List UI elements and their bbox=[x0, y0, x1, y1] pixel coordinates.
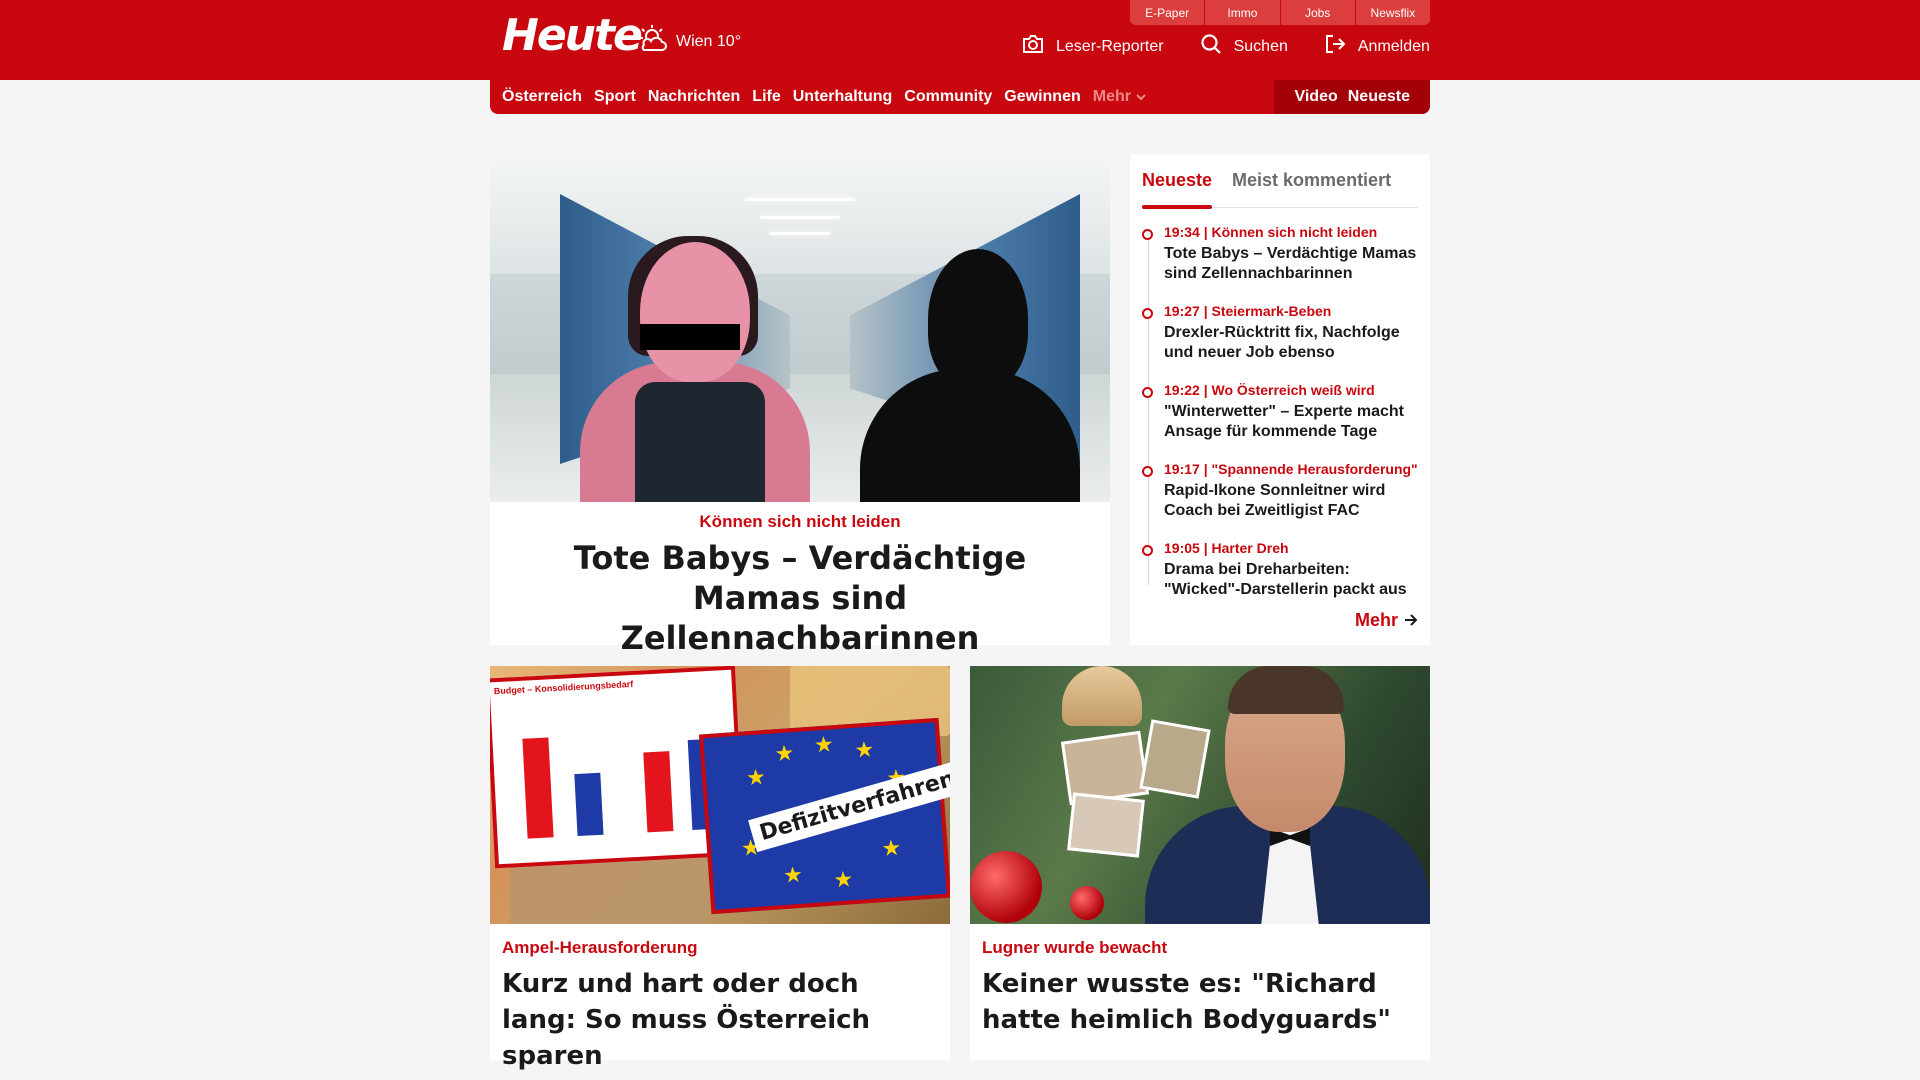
nav-item-community[interactable]: Community bbox=[904, 88, 992, 106]
timeline-line bbox=[1148, 230, 1149, 585]
login-icon bbox=[1324, 34, 1346, 59]
ticker-item[interactable]: 19:05 | Harter Dreh Drama bei Dreharbeit… bbox=[1142, 540, 1418, 619]
site-header: E-Paper Immo Jobs Newsflix Heute Wien 10… bbox=[0, 0, 1920, 80]
camera-icon bbox=[1022, 34, 1044, 59]
star-icon: ★ bbox=[813, 731, 835, 758]
nav-item-gewinnen[interactable]: Gewinnen bbox=[1004, 88, 1080, 106]
ticker-item-title[interactable]: "Winterwetter" – Experte macht Ansage fü… bbox=[1164, 402, 1418, 442]
nav-more-dropdown[interactable]: Mehr bbox=[1093, 88, 1146, 106]
timeline-dot-icon bbox=[1142, 545, 1153, 556]
card-kicker: Ampel-Herausforderung bbox=[502, 938, 698, 957]
timeline-dot-icon bbox=[1142, 387, 1153, 398]
timeline-dot-icon bbox=[1142, 466, 1153, 477]
card-kicker: Lugner wurde bewacht bbox=[982, 938, 1168, 957]
nav-more-label: Mehr bbox=[1092, 88, 1131, 105]
hero-image-lamp bbox=[760, 216, 840, 219]
ticker-item-meta: 19:34 | Können sich nicht leiden bbox=[1164, 224, 1378, 240]
top-links: E-Paper Immo Jobs Newsflix bbox=[1130, 0, 1430, 25]
timeline-dot-icon bbox=[1142, 229, 1153, 240]
nav-item-video[interactable]: Video bbox=[1294, 88, 1337, 106]
ticker-item-title[interactable]: Drama bei Dreharbeiten: "Wicked"-Darstel… bbox=[1164, 560, 1418, 600]
card-headline[interactable]: Keiner wusste es: "Richard hatte heimlic… bbox=[982, 966, 1418, 1038]
ticker-item-title[interactable]: Rapid-Ikone Sonnleitner wird Coach bei Z… bbox=[1164, 481, 1418, 521]
card-image-lugner[interactable] bbox=[970, 666, 1430, 924]
main-nav: Österreich Sport Nachrichten Life Unterh… bbox=[490, 80, 1430, 114]
search-button[interactable]: Suchen bbox=[1200, 33, 1288, 60]
latest-news-sidebar: Neueste Meist kommentiert 19:34 | Können… bbox=[1130, 154, 1430, 645]
nav-categories: Österreich Sport Nachrichten Life Unterh… bbox=[490, 80, 1274, 114]
sidebar-more-link[interactable]: Mehr bbox=[1355, 610, 1418, 631]
hero-image-woman bbox=[580, 236, 810, 502]
arrow-right-icon bbox=[1404, 610, 1418, 631]
article-card[interactable]: Budget – Konsolidierungsbedarf ★ ★ ★ ★ ★… bbox=[490, 666, 950, 1071]
star-icon: ★ bbox=[853, 736, 876, 763]
login-button[interactable]: Anmelden bbox=[1324, 33, 1430, 60]
ticker-item[interactable]: 19:34 | Können sich nicht leiden Tote Ba… bbox=[1142, 224, 1418, 303]
nav-item-sport[interactable]: Sport bbox=[594, 88, 636, 106]
sidebar-more-label: Mehr bbox=[1354, 610, 1398, 630]
tab-neueste[interactable]: Neueste bbox=[1142, 162, 1213, 209]
nav-right: Video Neueste bbox=[1274, 80, 1430, 114]
ticker-item-meta: 19:27 | Steiermark-Beben bbox=[1164, 303, 1332, 319]
hero-headline[interactable]: Tote Babys – Verdächtige Mamas sind Zell… bbox=[490, 538, 1110, 658]
ticker-item-meta: 19:22 | Wo Österreich weiß wird bbox=[1164, 382, 1375, 398]
nav-item-neueste[interactable]: Neueste bbox=[1348, 88, 1410, 106]
weather-widget[interactable]: Wien 10° bbox=[638, 24, 741, 59]
site-logo[interactable]: Heute bbox=[502, 8, 643, 64]
hero-image-lamp bbox=[770, 232, 830, 235]
toplink-epaper[interactable]: E-Paper bbox=[1130, 0, 1206, 25]
ticker-item-meta: 19:17 | "Spannende Herausforderung" bbox=[1164, 461, 1418, 477]
ticker-item[interactable]: 19:27 | Steiermark-Beben Drexler-Rücktri… bbox=[1142, 303, 1418, 382]
weather-text: Wien 10° bbox=[676, 32, 742, 50]
card-image-budget[interactable]: Budget – Konsolidierungsbedarf ★ ★ ★ ★ ★… bbox=[490, 666, 950, 924]
eu-flag-image: ★ ★ ★ ★ ★ ★ ★ ★ ★ Defizitverfahren bbox=[699, 717, 950, 915]
ticker-item[interactable]: 19:22 | Wo Österreich weiß wird "Winterw… bbox=[1142, 382, 1418, 461]
nav-item-life[interactable]: Life bbox=[752, 88, 780, 106]
censor-bar bbox=[640, 324, 740, 350]
chevron-down-icon bbox=[1136, 88, 1146, 106]
ticker-item-title[interactable]: Drexler-Rücktritt fix, Nachfolge und neu… bbox=[1164, 323, 1418, 363]
sidebar-tabs: Neueste Meist kommentiert bbox=[1142, 162, 1418, 209]
sun-cloud-icon bbox=[638, 24, 668, 59]
nav-item-oesterreich[interactable]: Österreich bbox=[502, 88, 582, 106]
ticker-item-title[interactable]: Tote Babys – Verdächtige Mamas sind Zell… bbox=[1164, 244, 1418, 284]
timeline-dot-icon bbox=[1142, 308, 1153, 319]
leser-reporter-label: Leser-Reporter bbox=[1056, 37, 1164, 55]
ornament-image bbox=[1070, 886, 1104, 920]
login-label: Anmelden bbox=[1357, 37, 1430, 55]
leser-reporter-button[interactable]: Leser-Reporter bbox=[1022, 33, 1164, 60]
chart-image-title: Budget – Konsolidierungsbedarf bbox=[493, 678, 634, 697]
hero-image-silhouette bbox=[860, 249, 1080, 502]
star-icon: ★ bbox=[880, 834, 902, 862]
article-card[interactable]: Lugner wurde bewacht Keiner wusste es: "… bbox=[970, 666, 1430, 1060]
card-headline[interactable]: Kurz und hart oder doch lang: So muss Ös… bbox=[502, 966, 938, 1074]
search-label: Suchen bbox=[1233, 37, 1288, 55]
star-icon: ★ bbox=[745, 764, 767, 791]
defizitverfahren-label: Defizitverfahren bbox=[748, 760, 950, 853]
ticker-item[interactable]: 19:17 | "Spannende Herausforderung" Rapi… bbox=[1142, 461, 1418, 540]
header-actions: Leser-Reporter Suchen Anmelden bbox=[1022, 33, 1430, 60]
star-icon: ★ bbox=[832, 866, 855, 893]
toplink-newsflix[interactable]: Newsflix bbox=[1356, 0, 1430, 25]
nav-item-unterhaltung[interactable]: Unterhaltung bbox=[793, 88, 893, 106]
hero-image-lamp bbox=[745, 198, 855, 201]
hero-kicker: Können sich nicht leiden bbox=[699, 512, 901, 531]
ornament-image bbox=[970, 851, 1042, 923]
search-icon bbox=[1200, 33, 1222, 60]
tab-meist-kommentiert[interactable]: Meist kommentiert bbox=[1232, 162, 1391, 207]
ticker-item-meta: 19:05 | Harter Dreh bbox=[1164, 540, 1289, 556]
hero-image[interactable] bbox=[490, 154, 1110, 502]
news-ticker: 19:34 | Können sich nicht leiden Tote Ba… bbox=[1142, 224, 1418, 619]
candle-jar-image bbox=[1062, 666, 1142, 726]
star-icon: ★ bbox=[773, 740, 796, 767]
star-icon: ★ bbox=[782, 861, 804, 889]
toplink-immo[interactable]: Immo bbox=[1205, 0, 1281, 25]
hero-article[interactable]: Können sich nicht leiden Tote Babys – Ve… bbox=[490, 154, 1110, 657]
toplink-jobs[interactable]: Jobs bbox=[1281, 0, 1356, 25]
nav-item-nachrichten[interactable]: Nachrichten bbox=[648, 88, 740, 106]
